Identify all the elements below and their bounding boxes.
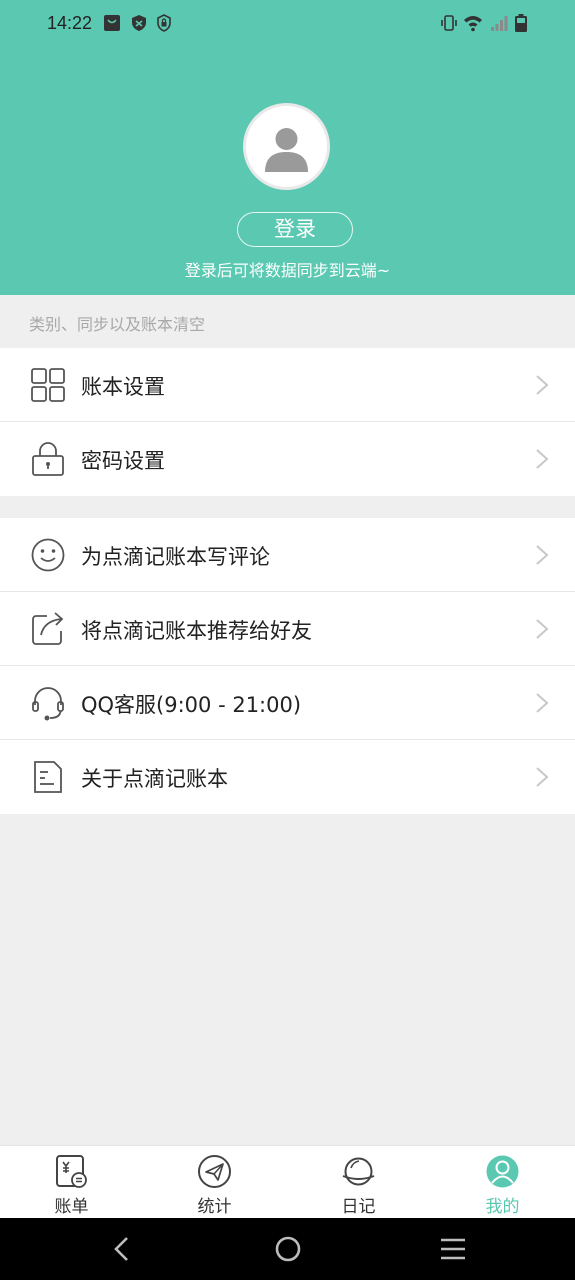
user-silhouette-icon xyxy=(265,128,308,172)
document-icon xyxy=(34,761,62,793)
smile-icon xyxy=(31,538,65,572)
tab-diary[interactable]: 日记 xyxy=(287,1146,430,1219)
back-icon[interactable] xyxy=(113,1236,131,1262)
tab-statistics[interactable]: 统计 xyxy=(143,1146,286,1219)
home-icon[interactable] xyxy=(274,1235,302,1263)
user-avatar-icon[interactable] xyxy=(243,103,330,190)
tab-mine-label: 我的 xyxy=(485,1197,520,1217)
settings-group: 账本设置 密码设置 xyxy=(0,348,575,496)
profile-header: 14:22 登录 登录后可将数据同步到云端~ xyxy=(0,0,575,295)
recommend-friends-label: 将点滴记账本推荐给好友 xyxy=(81,619,312,643)
tab-mine[interactable]: 我的 xyxy=(431,1146,574,1219)
write-review-row[interactable]: 为点滴记账本写评论 xyxy=(0,518,575,592)
book-settings-row[interactable]: 账本设置 xyxy=(0,348,575,422)
misc-group: 为点滴记账本写评论 将点滴记账本推荐给好友 QQ客服(9:00 - 21:00) xyxy=(0,518,575,814)
chevron-right-icon xyxy=(536,545,549,565)
chevron-right-icon xyxy=(536,375,549,395)
shield-icon xyxy=(132,15,146,31)
wifi-icon xyxy=(464,16,482,32)
system-nav-bar xyxy=(0,1218,575,1280)
password-settings-row[interactable]: 密码设置 xyxy=(0,422,575,496)
recommend-friends-row[interactable]: 将点滴记账本推荐给好友 xyxy=(0,592,575,666)
vibrate-icon xyxy=(441,15,457,31)
grid-icon xyxy=(31,368,65,402)
status-bar: 14:22 xyxy=(0,0,575,48)
paper-plane-icon xyxy=(198,1155,231,1188)
about-row[interactable]: 关于点滴记账本 xyxy=(0,740,575,814)
security-icon xyxy=(157,14,171,32)
signal-icon xyxy=(491,16,508,31)
section-label: 类别、同步以及账本清空 xyxy=(29,315,206,334)
planet-icon xyxy=(342,1157,375,1186)
status-time: 14:22 xyxy=(47,13,93,33)
login-button[interactable]: 登录 xyxy=(237,212,353,247)
profile-icon xyxy=(486,1155,519,1188)
lock-icon xyxy=(32,442,64,476)
share-icon xyxy=(32,612,64,645)
qq-service-label: QQ客服(9:00 - 21:00) xyxy=(81,693,302,717)
tab-diary-label: 日记 xyxy=(341,1197,376,1217)
book-settings-label: 账本设置 xyxy=(81,375,165,399)
tab-bills[interactable]: 账单 xyxy=(0,1146,143,1219)
login-hint-text: 登录后可将数据同步到云端~ xyxy=(184,261,391,280)
write-review-label: 为点滴记账本写评论 xyxy=(81,545,270,569)
bill-icon xyxy=(56,1155,87,1188)
chevron-right-icon xyxy=(536,619,549,639)
about-label: 关于点滴记账本 xyxy=(81,767,228,791)
chevron-right-icon xyxy=(536,449,549,469)
qq-service-row[interactable]: QQ客服(9:00 - 21:00) xyxy=(0,666,575,740)
bottom-tab-bar: 账单 统计 日记 我的 xyxy=(0,1145,575,1218)
battery-icon xyxy=(515,14,527,32)
headset-icon xyxy=(32,687,64,721)
chevron-right-icon xyxy=(536,693,549,713)
password-settings-label: 密码设置 xyxy=(81,449,165,473)
menu-icon[interactable] xyxy=(439,1236,467,1262)
tab-bills-label: 账单 xyxy=(54,1197,89,1217)
shopping-bag-icon xyxy=(104,15,120,31)
tab-statistics-label: 统计 xyxy=(197,1197,232,1217)
chevron-right-icon xyxy=(536,767,549,787)
